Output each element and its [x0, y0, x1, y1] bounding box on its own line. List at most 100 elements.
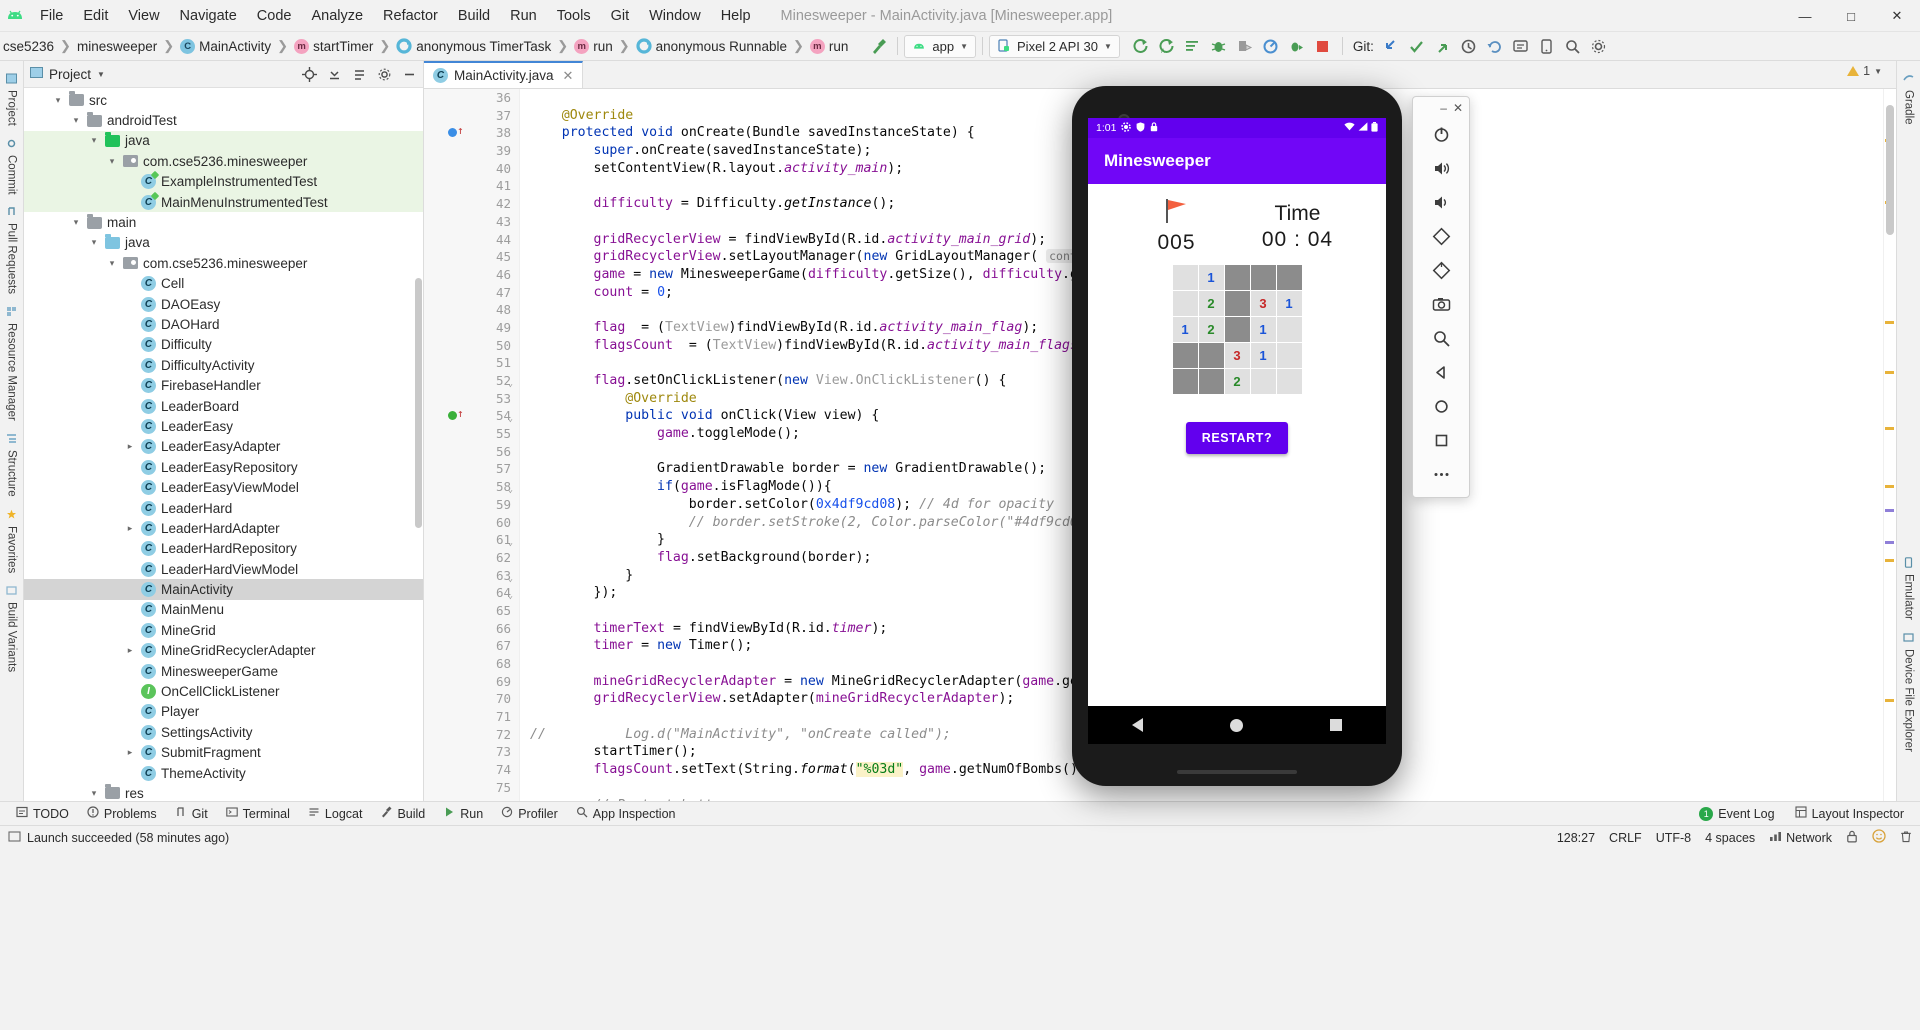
editor-scrollbar[interactable]	[1886, 105, 1894, 235]
breadcrumb-item-anon-runnable[interactable]: anonymous Runnable	[633, 38, 790, 54]
mine-cell[interactable]: 1	[1172, 317, 1198, 342]
line-number[interactable]: 59	[424, 496, 519, 514]
mine-cell[interactable]	[1276, 317, 1302, 342]
line-number[interactable]: 67	[424, 637, 519, 655]
close-icon[interactable]: ✕	[563, 68, 574, 84]
tree-toggle-icon[interactable]	[70, 217, 82, 228]
tree-node[interactable]: com.cse5236.minesweeper	[24, 151, 423, 172]
breakpoint-icon[interactable]	[448, 411, 457, 421]
warning-marker[interactable]	[1885, 559, 1894, 562]
line-number[interactable]: 50	[424, 337, 519, 355]
tree-node[interactable]: java	[24, 233, 423, 253]
phone-screen[interactable]: 1:01 Minesweeper 005 Time 00: 04 1 2 3 …	[1088, 118, 1386, 718]
menu-code[interactable]: Code	[247, 4, 302, 28]
tree-node[interactable]: androidTest	[24, 110, 423, 130]
tree-node[interactable]: java	[24, 130, 423, 152]
chevron-down-icon[interactable]: ▼	[97, 70, 105, 79]
breadcrumb-item-anon-timertask[interactable]: anonymous TimerTask	[393, 38, 554, 54]
line-number[interactable]: 55	[424, 425, 519, 443]
rollback-icon[interactable]	[1482, 35, 1508, 58]
bottom-item-profiler[interactable]: Profiler	[493, 804, 566, 823]
maximize-button[interactable]: □	[1828, 0, 1874, 32]
line-number[interactable]: 64 ⌄	[424, 584, 519, 602]
line-number[interactable]: 58 ⌄	[424, 478, 519, 496]
settings-gear-icon[interactable]	[376, 66, 392, 82]
tree-node[interactable]: res	[24, 783, 423, 801]
line-number[interactable]: 69	[424, 673, 519, 691]
emulator-window[interactable]: 1:01 Minesweeper 005 Time 00: 04 1 2 3 …	[1072, 86, 1470, 786]
mine-cell[interactable]	[1198, 343, 1224, 368]
power-icon[interactable]	[1423, 117, 1459, 151]
tree-node[interactable]: C LeaderHardRepository	[24, 539, 423, 559]
breadcrumb-item-method-starttimer[interactable]: m startTimer	[291, 38, 376, 54]
tree-toggle-icon[interactable]	[106, 156, 118, 167]
tree-toggle-icon[interactable]	[124, 747, 136, 758]
volume-up-icon[interactable]	[1423, 151, 1459, 185]
line-number[interactable]: 47	[424, 284, 519, 302]
rail-item-project[interactable]: Project	[3, 67, 21, 132]
apply-changes-icon[interactable]	[1180, 35, 1206, 58]
rail-item-pull-requests[interactable]: Pull Requests	[3, 200, 21, 300]
project-tree[interactable]: srcandroidTest java com.cse5236.minesweepe…	[24, 88, 423, 801]
back-icon[interactable]	[1423, 355, 1459, 389]
avd-manager-icon[interactable]	[1534, 35, 1560, 58]
tree-node[interactable]: C LeaderEasy	[24, 416, 423, 436]
tree-node[interactable]: C DAOHard	[24, 314, 423, 334]
mine-cell[interactable]	[1276, 265, 1302, 290]
mine-cell[interactable]: 1	[1250, 343, 1276, 368]
tree-toggle-icon[interactable]	[124, 523, 136, 534]
warning-marker[interactable]	[1885, 699, 1894, 702]
file-encoding[interactable]: UTF-8	[1656, 831, 1691, 845]
mine-cell[interactable]	[1172, 343, 1198, 368]
line-number[interactable]: 44	[424, 231, 519, 249]
caret-position[interactable]: 128:27	[1557, 831, 1595, 845]
menu-help[interactable]: Help	[711, 4, 761, 28]
chevron-down-icon[interactable]: ▼	[1874, 67, 1882, 76]
mine-cell[interactable]	[1172, 369, 1198, 394]
mine-cell[interactable]	[1250, 369, 1276, 394]
tab-mainactivity-java[interactable]: C MainActivity.java ✕	[424, 61, 584, 88]
tree-toggle-icon[interactable]	[88, 135, 100, 146]
line-number-gutter[interactable]: 36 37 38 ↑ 39 40 41 42 43 44 45 46 47 48 49 50 51 52 ⌄ 53 54…	[424, 89, 520, 801]
warning-marker[interactable]	[1885, 427, 1894, 430]
tree-node[interactable]: C LeaderHardViewModel	[24, 559, 423, 579]
flag-counter-group[interactable]: 005	[1116, 198, 1237, 255]
warning-marker[interactable]	[1885, 371, 1894, 374]
volume-down-icon[interactable]	[1423, 185, 1459, 219]
line-number[interactable]: 54 ↑ ⌄	[424, 407, 519, 425]
tree-node[interactable]: C Difficulty	[24, 335, 423, 355]
back-button[interactable]	[1131, 718, 1143, 732]
tree-node[interactable]: C MineGridRecyclerAdapter	[24, 641, 423, 661]
build-hammer-icon[interactable]	[865, 35, 891, 58]
mine-cell[interactable]: 2	[1198, 317, 1224, 342]
tree-toggle-icon[interactable]	[88, 788, 100, 799]
locate-icon[interactable]	[301, 66, 317, 82]
line-number[interactable]: 38 ↑	[424, 124, 519, 142]
line-number[interactable]: 61 ⌄	[424, 531, 519, 549]
tree-node[interactable]: C LeaderHard	[24, 498, 423, 518]
mine-cell[interactable]: 2	[1224, 369, 1250, 394]
tree-toggle-icon[interactable]	[70, 115, 82, 126]
info-marker[interactable]	[1885, 541, 1894, 544]
line-number[interactable]: 60	[424, 514, 519, 532]
line-number[interactable]: 36	[424, 89, 519, 107]
mine-cell[interactable]	[1276, 369, 1302, 394]
menu-file[interactable]: File	[30, 4, 73, 28]
bottom-item-event-log[interactable]: 1 Event Log	[1691, 805, 1782, 823]
tree-node[interactable]: C DAOEasy	[24, 294, 423, 314]
line-number[interactable]: 42	[424, 195, 519, 213]
warning-marker[interactable]	[1885, 321, 1894, 324]
menu-window[interactable]: Window	[639, 4, 711, 28]
line-number[interactable]: 48	[424, 301, 519, 319]
code-fold-icon[interactable]: ⌄	[504, 376, 513, 389]
breadcrumb-item-project[interactable]: cse5236	[0, 39, 57, 54]
push-icon[interactable]	[1430, 35, 1456, 58]
tree-node[interactable]: C Player	[24, 702, 423, 722]
update-project-icon[interactable]	[1378, 35, 1404, 58]
lock-icon[interactable]	[1846, 830, 1858, 846]
tree-node[interactable]: C LeaderEasyRepository	[24, 457, 423, 477]
line-number[interactable]: 65	[424, 602, 519, 620]
menu-tools[interactable]: Tools	[547, 4, 601, 28]
bottom-item-build[interactable]: Build	[372, 804, 433, 823]
attach-debugger-icon[interactable]	[1232, 35, 1258, 58]
